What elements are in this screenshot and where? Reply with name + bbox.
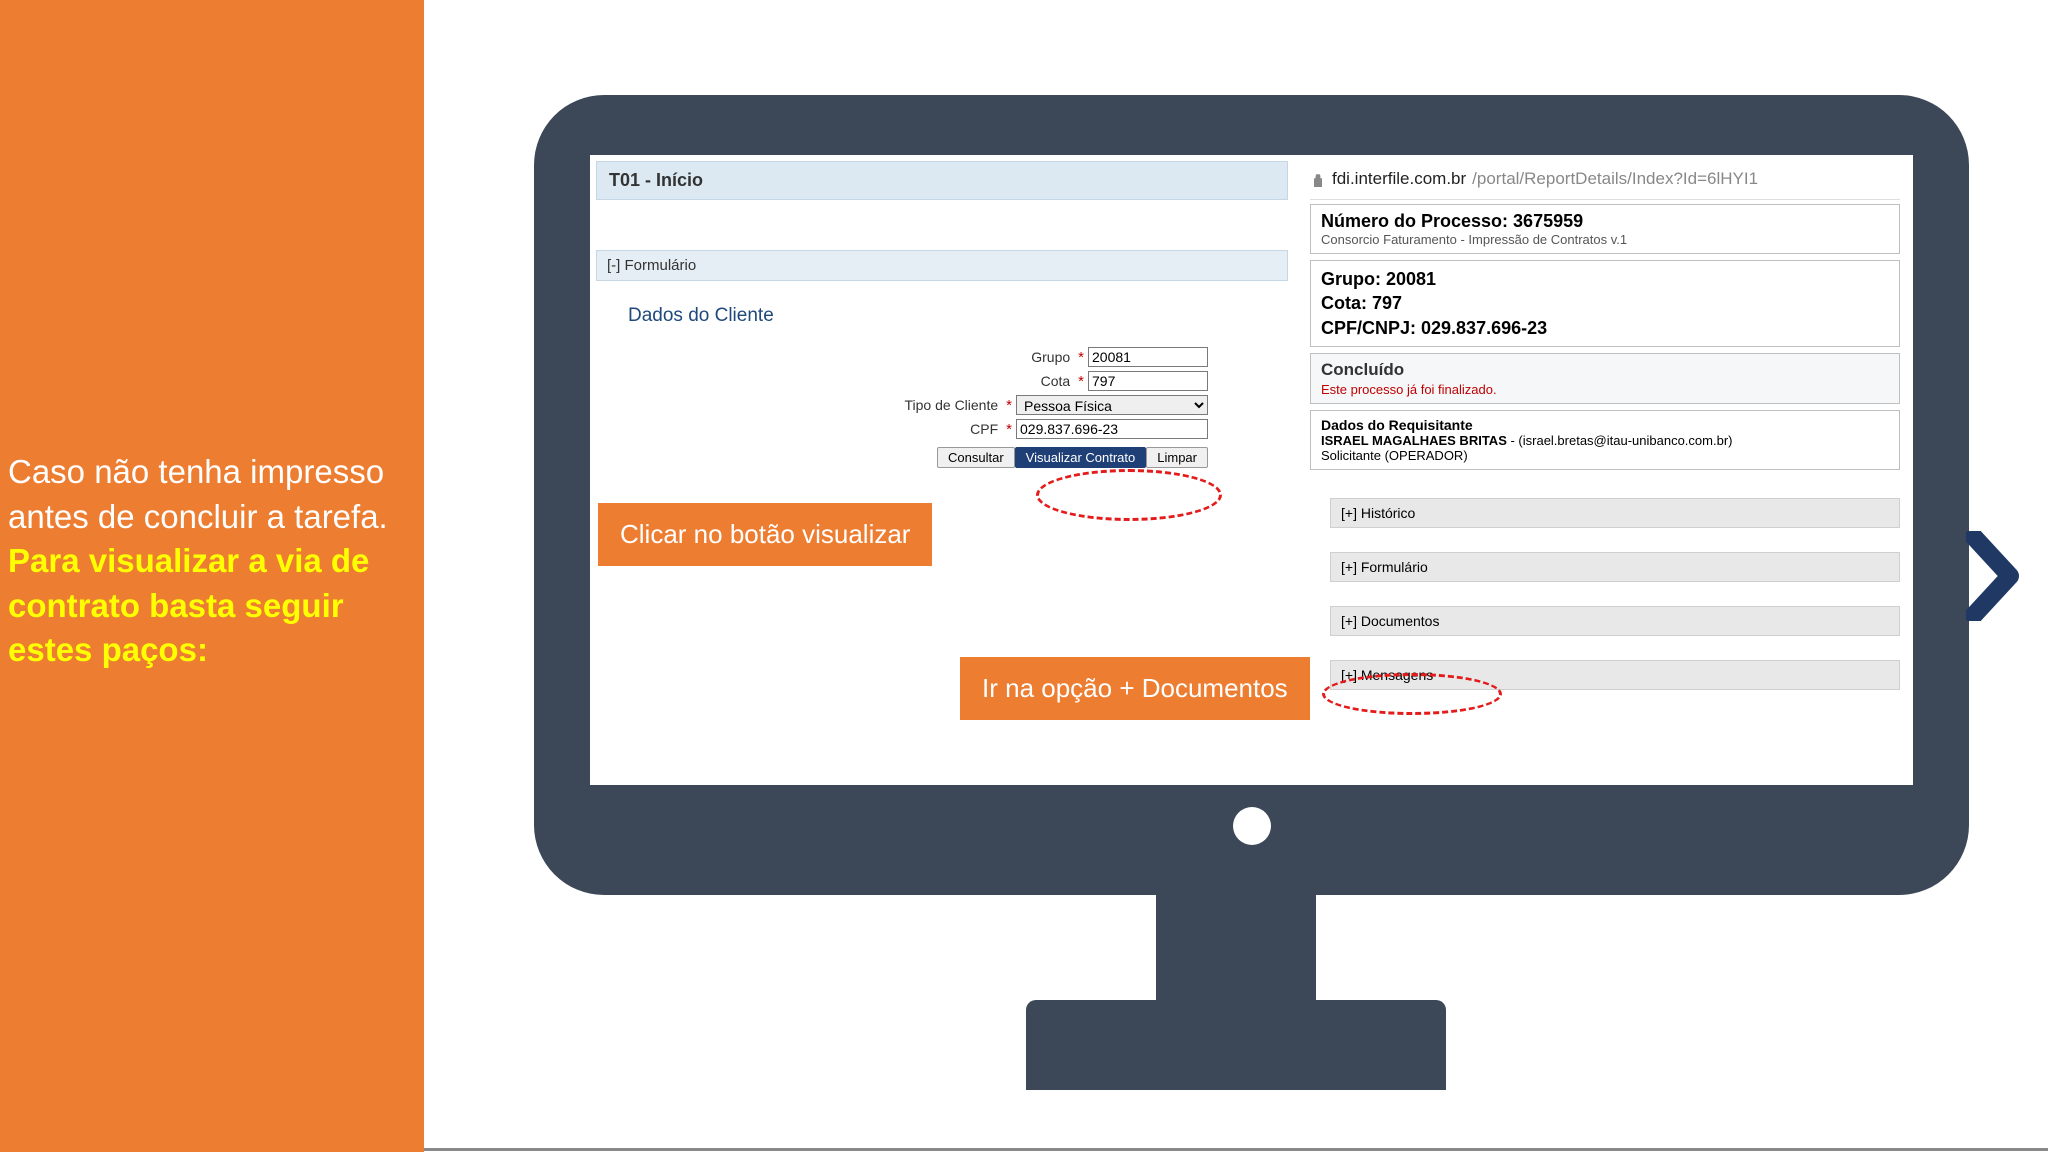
info-cpf: CPF/CNPJ: 029.837.696-23 (1321, 316, 1889, 340)
requester-email: - (israel.bretas@itau-unibanco.com.br) (1507, 433, 1733, 448)
highlight-ring-visualizar (1036, 469, 1222, 521)
monitor-base (1026, 1000, 1446, 1090)
window-title: T01 - Início (596, 161, 1288, 200)
label-grupo: Grupo (1031, 349, 1070, 365)
consultar-button[interactable]: Consultar (937, 447, 1015, 468)
requester-title: Dados do Requisitante (1321, 417, 1889, 433)
next-slide-button[interactable] (1966, 531, 2020, 621)
form-collapse-header[interactable]: [-] Formulário (596, 250, 1288, 281)
status-title: Concluído (1321, 360, 1889, 380)
instruction-sidebar: Caso não tenha impresso antes de conclui… (0, 0, 424, 1152)
input-cota[interactable] (1088, 371, 1208, 391)
camera-icon (1233, 807, 1271, 845)
status-subtitle: Este processo já foi finalizado. (1321, 382, 1889, 397)
requester-box: Dados do Requisitante ISRAEL MAGALHAES B… (1310, 410, 1900, 470)
limpar-button[interactable]: Limpar (1146, 447, 1208, 468)
url-host: fdi.interfile.com.br (1332, 169, 1466, 189)
info-cota: Cota: 797 (1321, 291, 1889, 315)
sidebar-text-plain: Caso não tenha impresso antes de conclui… (8, 453, 388, 535)
lock-icon (1310, 171, 1326, 187)
url-path: /portal/ReportDetails/Index?Id=6lHYI1 (1472, 169, 1758, 189)
status-box: Concluído Este processo já foi finalizad… (1310, 353, 1900, 404)
select-tipo-cliente[interactable]: Pessoa Física (1016, 395, 1208, 415)
process-number: Número do Processo: 3675959 (1321, 211, 1889, 232)
callout-documentos: Ir na opção + Documentos (960, 657, 1310, 720)
info-grupo: Grupo: 20081 (1321, 267, 1889, 291)
bottom-divider (424, 1148, 2048, 1151)
process-number-box: Número do Processo: 3675959 Consorcio Fa… (1310, 204, 1900, 254)
process-info-box: Grupo: 20081 Cota: 797 CPF/CNPJ: 029.837… (1310, 260, 1900, 347)
label-cpf: CPF (970, 421, 998, 437)
requester-name: ISRAEL MAGALHAES BRITAS (1321, 433, 1507, 448)
label-tipo-cliente: Tipo de Cliente (905, 397, 999, 413)
label-cota: Cota (1041, 373, 1071, 389)
monitor-neck (1156, 893, 1316, 1003)
highlight-ring-documentos (1322, 673, 1502, 715)
sidebar-text-highlight: Para visualizar a via de contrato basta … (8, 542, 369, 668)
input-grupo[interactable] (1088, 347, 1208, 367)
monitor-graphic: T01 - Início [-] Formulário Dados do Cli… (534, 95, 1969, 895)
accordion-documentos[interactable]: [+] Documentos (1330, 606, 1900, 636)
process-subtitle: Consorcio Faturamento - Impressão de Con… (1321, 232, 1889, 247)
accordion-formulario[interactable]: [+] Formulário (1330, 552, 1900, 582)
visualizar-contrato-button[interactable]: Visualizar Contrato (1015, 447, 1147, 468)
url-bar: fdi.interfile.com.br/portal/ReportDetail… (1310, 165, 1900, 200)
callout-visualizar: Clicar no botão visualizar (598, 503, 932, 566)
input-cpf[interactable] (1016, 419, 1208, 439)
requester-role: Solicitante (OPERADOR) (1321, 448, 1889, 463)
accordion-historico[interactable]: [+] Histórico (1330, 498, 1900, 528)
section-title: Dados do Cliente (596, 281, 1288, 345)
